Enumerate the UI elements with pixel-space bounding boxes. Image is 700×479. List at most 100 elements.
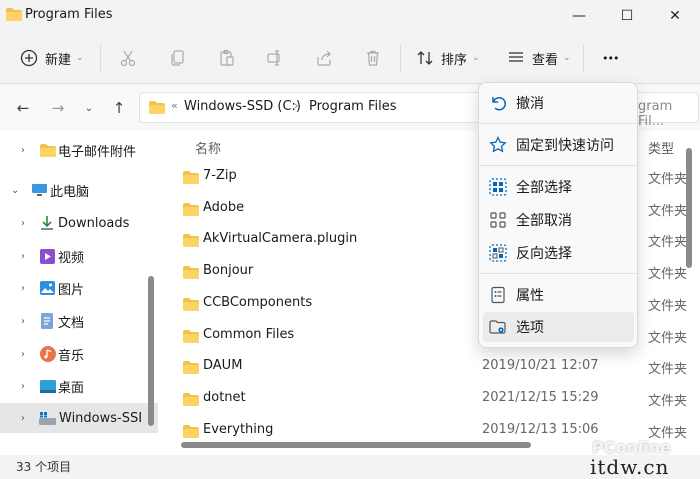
item-count: 33 个项目	[16, 460, 72, 474]
arrow-right-icon: →	[51, 99, 65, 117]
video-icon	[40, 248, 55, 264]
view-button[interactable]: 查看 ⌄	[507, 45, 571, 71]
folder-icon	[183, 202, 199, 220]
chevron-right-icon[interactable]: ›	[21, 145, 25, 156]
more-button[interactable]: •••	[602, 45, 619, 71]
new-button[interactable]: 新建 ⌄	[20, 45, 84, 71]
chevron-down-icon: ⌄	[472, 53, 480, 63]
nav-item-label: Downloads	[58, 215, 130, 231]
file-name: Everything	[203, 421, 274, 437]
select-none-icon	[490, 212, 506, 228]
nav-item-label: 电子邮件附件	[58, 144, 137, 160]
navigation-pane: › 电子邮件附件 ⌄ 此电脑 › Downloads › 视频 › 图片 › 文…	[0, 131, 160, 455]
menu-item-invert-selection[interactable]: 反向选择	[483, 238, 634, 268]
menu-item-label: 反向选择	[516, 246, 572, 262]
folder-icon	[183, 392, 199, 410]
nav-item-documents[interactable]: › 文档	[0, 306, 158, 336]
nav-item-label: Windows-SSD	[59, 410, 141, 426]
file-list-horizontal-scrollbar[interactable]	[181, 442, 531, 448]
file-name: Adobe	[203, 199, 245, 215]
column-header-type[interactable]: 类型	[648, 138, 674, 157]
share-icon	[317, 50, 331, 66]
column-header-name[interactable]: 名称	[195, 138, 221, 157]
menu-item-undo[interactable]: 撤消	[483, 88, 634, 118]
nav-scrollbar[interactable]	[148, 276, 154, 426]
menu-item-pin-quick-access[interactable]: 固定到快速访问	[483, 130, 634, 160]
close-button[interactable]: ✕	[652, 0, 698, 32]
minimize-button[interactable]: —	[556, 0, 602, 32]
nav-item-label: 视频	[58, 250, 85, 266]
chevron-right-icon[interactable]: ›	[294, 99, 298, 112]
chevron-right-icon[interactable]: ›	[21, 316, 25, 327]
file-name: 7-Zip	[203, 168, 237, 183]
menu-item-properties[interactable]: 属性	[483, 280, 634, 310]
share-button[interactable]	[315, 45, 333, 71]
menu-item-select-none[interactable]: 全部取消	[483, 205, 634, 235]
nav-item-label: 图片	[58, 282, 85, 298]
view-label: 查看	[532, 52, 559, 68]
back-button[interactable]: ←	[12, 97, 34, 119]
menu-divider	[479, 123, 637, 124]
nav-item-email-attachments[interactable]: › 电子邮件附件	[0, 135, 158, 165]
nav-item-downloads[interactable]: › Downloads	[0, 208, 158, 238]
recent-locations-button[interactable]: ⌄	[78, 97, 100, 119]
chevron-right-icon[interactable]: ›	[21, 413, 25, 424]
chevron-right-icon[interactable]: ›	[21, 251, 25, 262]
nav-item-this-pc[interactable]: ⌄ 此电脑	[0, 175, 158, 205]
file-type: 文件夹	[648, 393, 688, 409]
folder-icon	[183, 234, 199, 251]
desktop-icon	[40, 379, 56, 393]
file-type: 文件夹	[648, 203, 688, 219]
chevron-down-icon[interactable]: ⌄	[11, 185, 19, 196]
rename-button[interactable]	[266, 45, 284, 71]
cut-button[interactable]	[119, 45, 137, 71]
paste-button[interactable]	[218, 45, 236, 71]
maximize-button[interactable]: ☐	[604, 0, 650, 32]
nav-item-videos[interactable]: › 视频	[0, 241, 158, 271]
file-date: 2019/10/21 12:07	[482, 358, 599, 374]
file-type: 文件夹	[648, 267, 688, 283]
nav-item-desktop[interactable]: › 桌面	[0, 371, 158, 401]
chevron-right-icon[interactable]: ›	[21, 218, 25, 229]
toolbar-divider	[100, 44, 101, 72]
nav-item-music[interactable]: › 音乐	[0, 339, 158, 369]
up-button[interactable]: ↑	[108, 97, 130, 119]
sort-button[interactable]: 排序 ⌄	[416, 45, 480, 71]
chevron-right-icon[interactable]: ›	[21, 349, 25, 360]
menu-item-select-all[interactable]: 全部选择	[483, 172, 634, 202]
music-icon	[40, 346, 56, 362]
overflow-icon[interactable]: «	[171, 99, 178, 112]
folder-icon	[40, 143, 56, 157]
file-name: Bonjour	[203, 263, 254, 279]
forward-button[interactable]: →	[47, 97, 69, 119]
computer-icon	[32, 184, 47, 196]
nav-item-label: 桌面	[58, 380, 85, 396]
nav-item-pictures[interactable]: › 图片	[0, 273, 158, 303]
file-name: CCBComponents	[203, 294, 313, 310]
table-row[interactable]: DAUM 2019/10/21 12:07 文件夹	[160, 352, 687, 383]
toolbar-divider	[400, 44, 401, 72]
file-type: 文件夹	[648, 362, 688, 378]
copy-button[interactable]	[169, 45, 187, 71]
breadcrumb-segment[interactable]: Program Files	[309, 99, 397, 114]
chevron-right-icon[interactable]: ›	[21, 283, 25, 294]
file-name: dotnet	[203, 389, 246, 405]
more-icon: •••	[602, 51, 619, 65]
chevron-down-icon: ⌄	[563, 53, 571, 63]
select-all-icon	[489, 178, 507, 196]
table-row[interactable]: dotnet 2021/12/15 15:29 文件夹	[160, 384, 687, 415]
delete-button[interactable]	[364, 45, 382, 71]
menu-item-label: 撤消	[516, 96, 544, 112]
search-input[interactable]: gram Fil...	[638, 99, 700, 129]
documents-icon	[41, 313, 53, 329]
file-type: 文件夹	[648, 298, 688, 314]
nav-item-windows-ssd[interactable]: › Windows-SSD	[0, 403, 158, 433]
menu-item-label: 选项	[516, 320, 544, 336]
properties-icon	[491, 286, 505, 304]
chevron-right-icon[interactable]: ›	[21, 381, 25, 392]
file-list-vertical-scrollbar[interactable]	[686, 148, 692, 268]
sort-icon	[417, 51, 433, 65]
breadcrumb-segment[interactable]: Windows-SSD (C:)	[184, 99, 301, 114]
menu-item-options[interactable]: 选项	[483, 312, 634, 342]
file-type: 文件夹	[648, 235, 688, 251]
